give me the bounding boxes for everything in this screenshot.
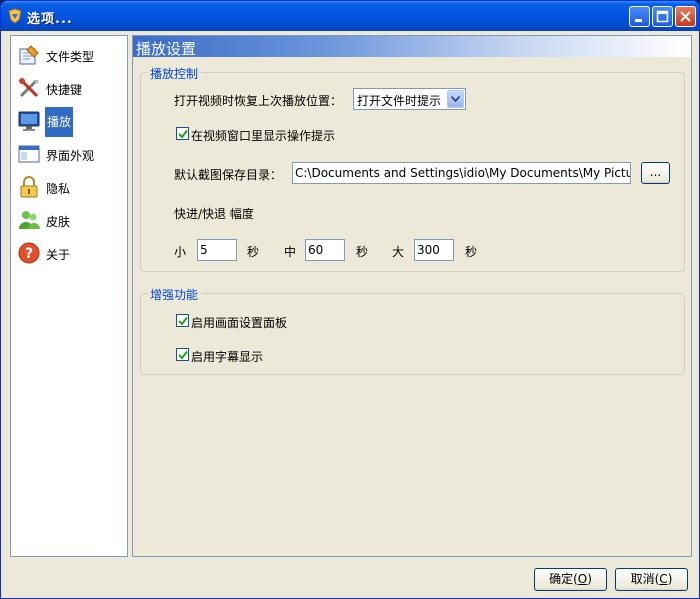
sidebar-item-label: 隐私 [46,182,71,196]
maximize-icon [656,10,669,23]
lock-icon [20,176,38,198]
resume-position-label: 打开视频时恢复上次播放位置： [174,94,343,108]
show-hints-label: 在视频窗口里显示操作提示 [191,129,336,143]
large-step-input[interactable]: 300 [414,239,454,261]
checkmark-icon [178,316,188,326]
small-step-input[interactable]: 5 [197,239,237,261]
file-types-icon [19,45,39,65]
chevron-down-icon [451,96,460,102]
sidebar-item-skin[interactable]: 皮肤 [15,205,125,233]
playback-control-group: 播放控制 打开视频时恢复上次播放位置： 打开文件时提示 在视频窗口里显示操作提示… [140,65,685,272]
title-bar[interactable]: 选项... [1,1,699,31]
sidebar-item-label: 关于 [46,248,71,262]
panel-header: 播放设置 [133,36,691,58]
medium-step-unit: 秒 [356,245,369,259]
group-title: 播放控制 [147,65,202,82]
resume-position-select[interactable]: 打开文件时提示 [353,88,466,110]
seek-amount-label: 快进/快退 幅度 [174,207,254,221]
browse-button[interactable]: ... [641,162,670,184]
sidebar-item-privacy[interactable]: 隐私 [15,172,125,200]
close-icon [680,11,691,22]
monitor-icon [18,111,40,131]
svg-text:?: ? [25,246,33,262]
ok-button-label: 确定(O) [549,572,592,586]
picture-panel-checkbox[interactable] [176,314,189,327]
checkmark-icon [178,129,188,139]
small-step-label: 小 [174,245,187,259]
large-step-label: 大 [392,245,405,259]
window-appearance-icon [18,145,40,163]
medium-step-label: 中 [284,245,297,259]
sidebar-item-about[interactable]: ? 关于 [15,238,125,266]
screenshot-dir-input[interactable]: C:\Documents and Settings\idio\My Docume… [292,162,631,184]
browse-button-label: ... [649,165,662,179]
sidebar-item-label: 快捷键 [46,83,83,97]
cancel-button[interactable]: 取消(C) [615,568,688,591]
picture-panel-label: 启用画面设置面板 [191,316,288,330]
close-button[interactable] [675,6,696,27]
window-title: 选项... [27,12,73,27]
subtitle-label: 启用字幕显示 [191,350,264,364]
minimize-icon [635,19,642,22]
help-icon: ? [18,242,40,264]
sidebar-item-playback[interactable]: 播放 [15,106,125,137]
ok-button[interactable]: 确定(O) [534,568,607,591]
enhancement-group: 增强功能 启用画面设置面板 启用字幕显示 [140,286,685,375]
large-step-unit: 秒 [465,245,478,259]
medium-step-input[interactable]: 60 [305,239,345,261]
sidebar-item-label: 皮肤 [46,215,71,229]
shortcuts-icon [19,78,39,98]
checkmark-icon [178,350,188,360]
settings-panel: 播放设置 播放控制 打开视频时恢复上次播放位置： 打开文件时提示 在视频窗口里显… [132,35,692,557]
users-icon [19,211,40,229]
resume-position-value: 打开文件时提示 [357,94,442,108]
settings-sidebar: 文件类型 快捷键 播放 界面外观 隐私 皮肤 ? 关于 [10,35,128,557]
subtitle-checkbox[interactable] [176,348,189,361]
maximize-button[interactable] [652,6,673,27]
minimize-button[interactable] [629,6,650,27]
app-icon [8,8,22,24]
show-hints-checkbox[interactable] [176,127,189,140]
sidebar-item-label: 播放 [45,107,74,137]
cancel-button-label: 取消(C) [630,572,673,586]
dropdown-arrow[interactable] [447,90,464,108]
sidebar-item-appearance[interactable]: 界面外观 [15,139,125,167]
screenshot-dir-label: 默认截图保存目录： [174,168,283,182]
group-title: 增强功能 [147,286,202,303]
sidebar-item-label: 文件类型 [46,50,95,64]
options-window: 选项... 文件类型 快捷键 播放 界面外观 隐私 皮肤 ? 关于 播放设置 播… [0,0,700,599]
sidebar-item-file-types[interactable]: 文件类型 [15,40,125,68]
sidebar-item-shortcuts[interactable]: 快捷键 [15,73,125,101]
panel-title: 播放设置 [136,40,197,58]
sidebar-item-label: 界面外观 [46,149,95,163]
small-step-unit: 秒 [247,245,260,259]
